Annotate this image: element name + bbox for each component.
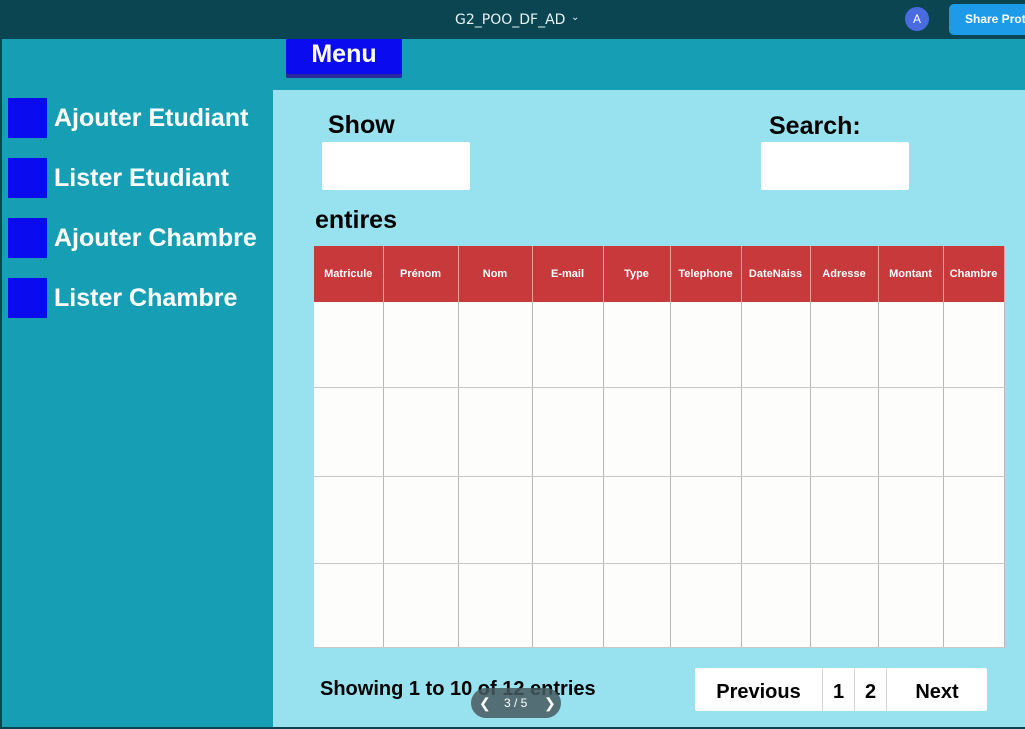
table-cell xyxy=(458,302,533,388)
table-cell xyxy=(670,302,742,388)
table-cell xyxy=(810,387,879,477)
sidebar-item-label: Lister Chambre xyxy=(54,283,238,312)
table-cell xyxy=(943,387,1005,477)
table-cell xyxy=(741,476,811,564)
chevron-left-icon[interactable]: ❮ xyxy=(479,688,491,718)
sidebar-item-ajouter-chambre[interactable]: Ajouter Chambre xyxy=(8,218,257,258)
page-2-button[interactable]: 2 xyxy=(855,668,887,711)
column-header[interactable]: Telephone xyxy=(670,246,742,302)
chevron-down-icon[interactable]: ⌄ xyxy=(571,12,579,23)
table-row[interactable] xyxy=(314,302,1005,388)
nav-square-icon xyxy=(8,278,47,318)
sidebar-item-label: Lister Etudiant xyxy=(54,163,230,192)
previous-page-button[interactable]: Previous xyxy=(695,668,823,711)
sidebar-item-label: Ajouter Etudiant xyxy=(54,103,249,132)
table-cell xyxy=(943,302,1005,388)
show-label: Show xyxy=(328,111,395,139)
table-cell xyxy=(314,302,384,388)
table-cell xyxy=(810,563,879,648)
slide-counter: 3 / 5 xyxy=(504,696,528,710)
table-cell xyxy=(314,476,384,564)
column-header[interactable]: DateNaiss xyxy=(741,246,811,302)
table-cell xyxy=(603,476,671,564)
table-cell xyxy=(741,302,811,388)
table-header-row: Matricule Prénom Nom E-mail Type Telepho… xyxy=(314,246,1005,302)
table-cell xyxy=(532,387,604,477)
table-cell xyxy=(943,563,1005,648)
table-row[interactable] xyxy=(314,387,1005,477)
main-content: Show Search: entires Matricule Prénom No… xyxy=(273,90,1025,727)
menu-button[interactable]: Menu xyxy=(286,39,402,78)
search-label: Search: xyxy=(769,112,861,140)
table-cell xyxy=(383,476,459,564)
table-cell xyxy=(383,387,459,477)
table-cell xyxy=(603,563,671,648)
share-prototype-button[interactable]: Share Prototype xyxy=(949,4,1025,35)
table-cell xyxy=(670,563,742,648)
sidebar-item-lister-chambre[interactable]: Lister Chambre xyxy=(8,278,237,318)
column-header[interactable]: Prénom xyxy=(383,246,459,302)
pagination: Previous 1 2 Next xyxy=(695,668,987,711)
table-cell xyxy=(603,387,671,477)
table-cell xyxy=(603,302,671,388)
table-cell xyxy=(458,563,533,648)
table-cell xyxy=(878,302,944,388)
table-cell xyxy=(943,476,1005,564)
students-table: Matricule Prénom Nom E-mail Type Telepho… xyxy=(314,246,1005,648)
column-header[interactable]: Adresse xyxy=(810,246,879,302)
column-header[interactable]: Montant xyxy=(878,246,944,302)
table-cell xyxy=(810,476,879,564)
table-row[interactable] xyxy=(314,476,1005,564)
column-header[interactable]: Chambre xyxy=(943,246,1005,302)
table-cell xyxy=(532,302,604,388)
table-cell xyxy=(314,387,384,477)
slide-navigator: ❮ 3 / 5 ❯ xyxy=(471,688,561,718)
project-title[interactable]: G2_POO_DF_AD xyxy=(455,12,565,28)
top-bar: G2_POO_DF_AD ⌄ A Share Prototype xyxy=(0,0,1025,39)
table-cell xyxy=(878,563,944,648)
sidebar-item-lister-etudiant[interactable]: Lister Etudiant xyxy=(8,158,229,198)
table-cell xyxy=(878,476,944,564)
table-cell xyxy=(458,387,533,477)
table-cell xyxy=(670,387,742,477)
table-cell xyxy=(878,387,944,477)
table-cell xyxy=(741,563,811,648)
table-cell xyxy=(383,563,459,648)
next-page-button[interactable]: Next xyxy=(887,668,987,711)
user-avatar[interactable]: A xyxy=(905,7,929,31)
nav-square-icon xyxy=(8,98,47,138)
nav-square-icon xyxy=(8,218,47,258)
prototype-frame: Menu Ajouter Etudiant Lister Etudiant Aj… xyxy=(2,39,1025,727)
table-cell xyxy=(532,476,604,564)
table-cell xyxy=(741,387,811,477)
table-cell xyxy=(458,476,533,564)
page-1-button[interactable]: 1 xyxy=(823,668,855,711)
column-header[interactable]: Matricule xyxy=(314,246,384,302)
column-header[interactable]: Nom xyxy=(458,246,533,302)
table-cell xyxy=(383,302,459,388)
sidebar-item-label: Ajouter Chambre xyxy=(54,223,257,252)
entries-label: entires xyxy=(315,206,397,234)
table-cell xyxy=(532,563,604,648)
table-row[interactable] xyxy=(314,563,1005,648)
table-cell xyxy=(314,563,384,648)
search-input[interactable] xyxy=(761,142,909,190)
column-header[interactable]: E-mail xyxy=(532,246,604,302)
column-header[interactable]: Type xyxy=(603,246,671,302)
sidebar-item-ajouter-etudiant[interactable]: Ajouter Etudiant xyxy=(8,98,248,138)
show-entries-input[interactable] xyxy=(322,142,470,190)
table-cell xyxy=(670,476,742,564)
chevron-right-icon[interactable]: ❯ xyxy=(544,688,556,718)
nav-square-icon xyxy=(8,158,47,198)
table-cell xyxy=(810,302,879,388)
